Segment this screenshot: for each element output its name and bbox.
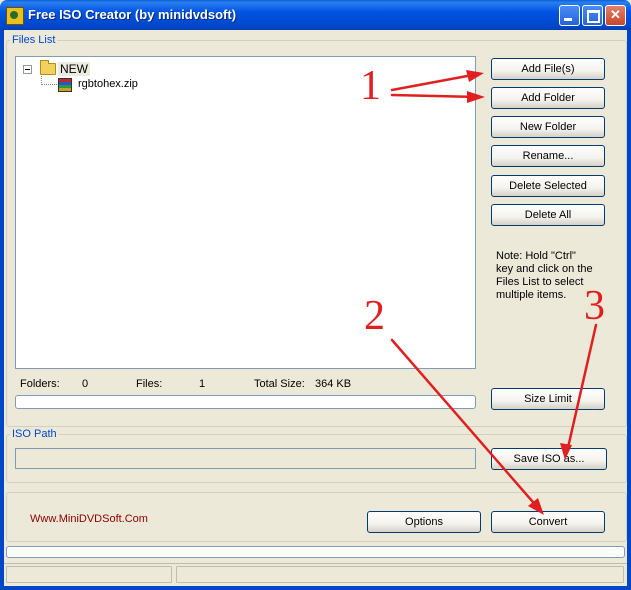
iso-path-input[interactable] xyxy=(15,448,476,469)
window-frame-right xyxy=(627,30,631,590)
tree-collapse-icon[interactable] xyxy=(23,65,32,74)
folders-label: Folders: xyxy=(20,378,60,390)
size-progress-bar xyxy=(15,395,476,409)
tree-connector xyxy=(41,84,57,85)
total-size-label: Total Size: xyxy=(254,378,305,390)
files-list-legend: Files List xyxy=(10,34,58,46)
status-bar xyxy=(4,563,627,587)
tree-item-file[interactable]: rgbtohex.zip xyxy=(78,78,138,90)
folder-icon xyxy=(40,60,56,75)
files-count: 1 xyxy=(199,378,206,390)
add-folder-button[interactable]: Add Folder xyxy=(491,87,605,109)
status-pane-left xyxy=(6,566,172,583)
rename-button[interactable]: Rename... xyxy=(491,145,605,167)
save-iso-as-button[interactable]: Save ISO as... xyxy=(491,448,607,470)
conversion-progress-bar xyxy=(6,546,625,558)
zip-archive-icon xyxy=(58,78,72,92)
multi-select-note: Note: Hold "Ctrl" key and click on the F… xyxy=(496,250,593,301)
folders-count: 0 xyxy=(82,378,89,390)
delete-all-button[interactable]: Delete All xyxy=(491,204,605,226)
minimize-button[interactable] xyxy=(559,5,580,26)
files-tree[interactable]: NEW rgbtohex.zip xyxy=(15,56,476,369)
window-title: Free ISO Creator (by minidvdsoft) xyxy=(28,7,237,22)
window-frame-left xyxy=(0,30,4,590)
tree-item-folder[interactable]: NEW xyxy=(58,62,90,76)
options-button[interactable]: Options xyxy=(367,511,481,533)
size-limit-button[interactable]: Size Limit xyxy=(491,388,605,410)
new-folder-button[interactable]: New Folder xyxy=(491,116,605,138)
website-link[interactable]: Www.MiniDVDSoft.Com xyxy=(30,513,148,525)
total-size-value: 364 KB xyxy=(315,378,352,390)
files-label: Files: xyxy=(136,378,163,390)
add-files-button[interactable]: Add File(s) xyxy=(491,58,605,80)
app-icon xyxy=(6,7,24,25)
close-button[interactable] xyxy=(605,5,626,26)
convert-button[interactable]: Convert xyxy=(491,511,605,533)
status-pane-right xyxy=(176,566,624,583)
delete-selected-button[interactable]: Delete Selected xyxy=(491,175,605,197)
iso-path-legend: ISO Path xyxy=(10,428,59,440)
maximize-button[interactable] xyxy=(582,5,603,26)
